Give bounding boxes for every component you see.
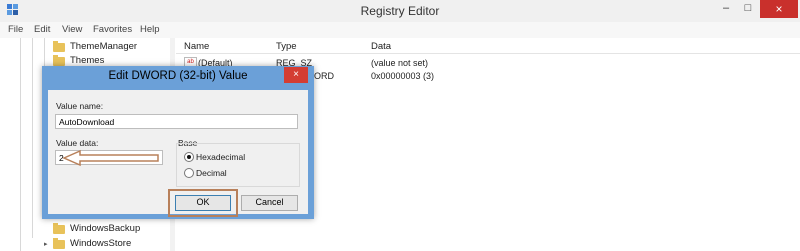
hexadecimal-radio[interactable] [184, 152, 194, 162]
window-close-button[interactable]: × [760, 0, 798, 18]
expand-arrow-icon[interactable]: ▸ [44, 240, 48, 248]
arrow-annotation-icon [62, 149, 159, 167]
row-data: 0x00000003 (3) [371, 71, 435, 81]
cancel-button[interactable]: Cancel [241, 195, 298, 211]
decimal-label: Decimal [196, 168, 227, 178]
menu-favorites[interactable]: Favorites [93, 24, 132, 35]
dialog-title: Edit DWORD (32-bit) Value [108, 70, 248, 82]
decimal-radio[interactable] [184, 168, 194, 178]
folder-icon [53, 55, 65, 66]
tree-item-windowsbackup[interactable]: WindowsBackup [70, 223, 140, 234]
menu-edit[interactable]: Edit [34, 24, 50, 35]
base-group [176, 143, 300, 187]
folder-icon [53, 223, 65, 234]
menu-help[interactable]: Help [140, 24, 160, 35]
hexadecimal-label: Hexadecimal [196, 152, 246, 162]
window-title: Registry Editor [360, 4, 440, 18]
menu-view[interactable]: View [62, 24, 82, 35]
row-type: ORD [314, 71, 334, 81]
tree-item-themes[interactable]: Themes [70, 55, 104, 66]
row-data: (value not set) [371, 58, 429, 68]
folder-icon [53, 41, 65, 52]
column-type[interactable]: Type [276, 41, 297, 52]
tree-item-windowsstore[interactable]: WindowsStore [70, 238, 131, 249]
menu-file[interactable]: File [8, 24, 23, 35]
value-data-label: Value data: [56, 138, 99, 148]
list-header [176, 38, 800, 54]
ok-button[interactable]: OK [175, 195, 231, 211]
dialog-close-button[interactable]: × [284, 67, 308, 83]
column-data[interactable]: Data [371, 41, 391, 52]
value-name-field[interactable]: AutoDownload [55, 114, 298, 129]
tree-guide-line [32, 38, 33, 238]
tree-item-thememanager[interactable]: ThemeManager [70, 41, 137, 52]
folder-icon [53, 238, 65, 249]
column-name[interactable]: Name [184, 41, 209, 52]
value-name-label: Value name: [56, 101, 104, 111]
tree-guide-line [20, 38, 21, 251]
maximize-button[interactable]: □ [740, 2, 756, 16]
minimize-button[interactable]: – [718, 2, 734, 16]
